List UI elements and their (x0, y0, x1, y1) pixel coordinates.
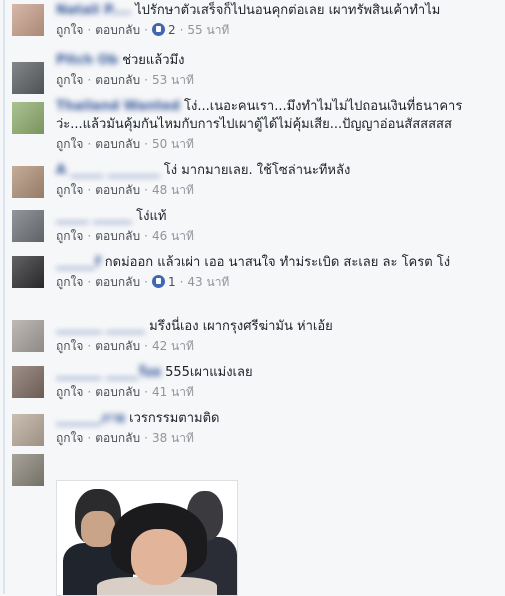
timestamp[interactable]: 46 นาที (152, 229, 194, 243)
reply-button[interactable]: ตอบกลับ (95, 23, 140, 37)
like-button[interactable]: ถูกใจ (56, 275, 83, 289)
commenter-name[interactable]: ______f (56, 255, 101, 270)
like-button[interactable]: ถูกใจ (56, 73, 83, 87)
like-button[interactable]: ถูกใจ (56, 23, 83, 37)
like-button[interactable]: ถูกใจ (56, 339, 83, 353)
avatar[interactable] (12, 166, 44, 198)
timestamp[interactable]: 42 นาที (152, 339, 194, 353)
reply-button[interactable]: ตอบกลับ (95, 229, 140, 243)
commenter-name[interactable]: Thailand Wanted (56, 99, 180, 114)
avatar[interactable] (12, 320, 44, 352)
reply-button[interactable]: ตอบกลับ (95, 73, 140, 87)
avatar[interactable] (12, 210, 44, 242)
timestamp[interactable]: 48 นาที (152, 183, 194, 197)
like-icon[interactable] (151, 23, 165, 36)
commenter-name[interactable]: _____ ______ (56, 209, 132, 224)
timestamp[interactable]: 41 นาที (152, 385, 194, 399)
timestamp[interactable]: 38 นาที (152, 431, 194, 445)
avatar[interactable] (12, 414, 44, 446)
like-button[interactable]: ถูกใจ (56, 431, 83, 445)
like-icon[interactable] (151, 275, 165, 288)
like-button[interactable]: ถูกใจ (56, 183, 83, 197)
reply-button[interactable]: ตอบกลับ (95, 431, 140, 445)
comment-text: 555เผาแม่งเลย (165, 365, 253, 380)
avatar[interactable] (12, 62, 44, 94)
comment-text: ช่วยแล้วมึง (122, 53, 185, 68)
commenter-name[interactable]: _______ ______ (56, 319, 145, 334)
comment-text: มรึงนี่เอง เผากรุงศรีฆ่ามัน ห่าเอ้ย (149, 319, 333, 334)
timestamp[interactable]: 55 นาที (187, 23, 229, 37)
avatar[interactable] (12, 102, 44, 134)
reply-thread-line (3, 0, 5, 594)
reply-button[interactable]: ตอบกลับ (95, 137, 140, 151)
avatar[interactable] (12, 256, 44, 288)
reply-button[interactable]: ตอบกลับ (95, 339, 140, 353)
comment-text: โง่แท้ (136, 209, 167, 224)
reply-button[interactable]: ตอบกลับ (95, 385, 140, 399)
commenter-name[interactable]: A _____ ________ (56, 163, 160, 178)
timestamp[interactable]: 43 นาที (187, 275, 229, 289)
avatar[interactable] (12, 454, 44, 486)
like-count[interactable]: 2 (168, 23, 176, 37)
reply-button[interactable]: ตอบกลับ (95, 275, 140, 289)
like-button[interactable]: ถูกใจ (56, 385, 83, 399)
reply-button[interactable]: ตอบกลับ (95, 183, 140, 197)
timestamp[interactable]: 50 นาที (152, 137, 194, 151)
comment-text: โง่ มากมายเลย. ใช้โซล่านะทีหลัง (163, 163, 351, 178)
like-button[interactable]: ถูกใจ (56, 137, 83, 151)
commenter-name[interactable]: Natali P.... (56, 3, 131, 18)
commenter-name[interactable]: _______ภาย (56, 411, 125, 426)
commenter-name[interactable]: Pitch Ob (56, 53, 118, 68)
like-count[interactable]: 1 (168, 275, 176, 289)
avatar[interactable] (12, 366, 44, 398)
comment-text: ไปรักษาตัวเสร็จก็ไปนอนคุกต่อเลย เผาทรัพส… (135, 3, 441, 18)
commenter-name[interactable]: _______ _____ร้อย (56, 365, 161, 380)
comment-photo[interactable] (56, 480, 238, 596)
like-button[interactable]: ถูกใจ (56, 229, 83, 243)
timestamp[interactable]: 53 นาที (152, 73, 194, 87)
comment-text: กดม่ออก แล้วเผ่า เออ นาสนใจ ทำม่ระเบิด ส… (104, 255, 451, 270)
comment-text: เวรกรรมตามติด (129, 411, 220, 426)
avatar[interactable] (12, 4, 44, 36)
